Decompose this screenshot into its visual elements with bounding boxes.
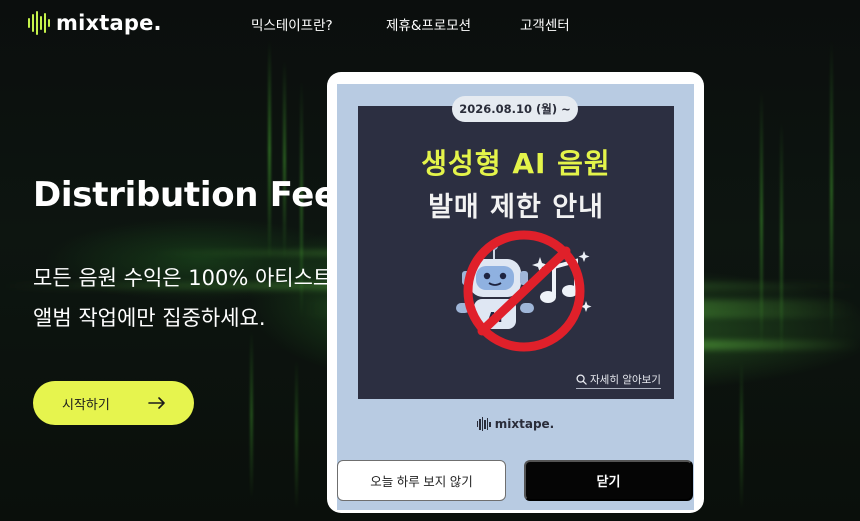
waveform-icon <box>28 11 50 35</box>
learn-more-link[interactable]: 자세히 알아보기 <box>576 372 661 389</box>
search-icon <box>576 374 587 385</box>
site-header: mixtape. 믹스테이프란? 제휴&프로모션 고객센터 <box>0 0 860 48</box>
date-badge: 2026.08.10 (월) ~ <box>452 96 578 122</box>
hero-subtitle-line2: 앨범 작업에만 집중하세요. <box>33 306 266 330</box>
hero-title: Distribution Fee C <box>33 175 373 215</box>
ai-music-prohibited-illustration: AI <box>456 230 592 352</box>
poster-headline-1: 생성형 AI 음원 <box>421 147 611 180</box>
logo-text: mixtape. <box>56 11 162 35</box>
nav-support[interactable]: 고객센터 <box>520 14 570 34</box>
site-logo[interactable]: mixtape. <box>28 11 162 35</box>
hide-today-button[interactable]: 오늘 하루 보지 않기 <box>337 460 506 501</box>
nav-about[interactable]: 믹스테이프란? <box>251 14 333 34</box>
notice-modal: 2026.08.10 (월) ~ 생성형 AI 음원 발매 제한 안내 자세히 … <box>327 72 704 513</box>
banner-logo: mixtape. <box>337 417 694 431</box>
arrow-right-icon <box>148 397 165 409</box>
banner-logo-text: mixtape. <box>494 417 555 431</box>
poster-headline-2: 발매 제한 안내 <box>428 192 604 223</box>
waveform-icon <box>476 417 491 431</box>
hero-subtitle-line1: 모든 음원 수익은 100% 아티스트 <box>33 266 333 290</box>
start-button-label: 시작하기 <box>62 396 110 412</box>
start-button[interactable]: 시작하기 <box>33 381 194 425</box>
nav-partnership[interactable]: 제휴&프로모션 <box>386 14 471 34</box>
notice-poster: 2026.08.10 (월) ~ 생성형 AI 음원 발매 제한 안내 자세히 … <box>358 96 674 399</box>
close-button[interactable]: 닫기 <box>524 460 693 501</box>
hero-subtitle: 모든 음원 수익은 100% 아티스트 앨범 작업에만 집중하세요. <box>33 258 332 338</box>
learn-more-label: 자세히 알아보기 <box>590 374 661 386</box>
notice-banner[interactable]: 2026.08.10 (월) ~ 생성형 AI 음원 발매 제한 안내 자세히 … <box>337 84 694 510</box>
